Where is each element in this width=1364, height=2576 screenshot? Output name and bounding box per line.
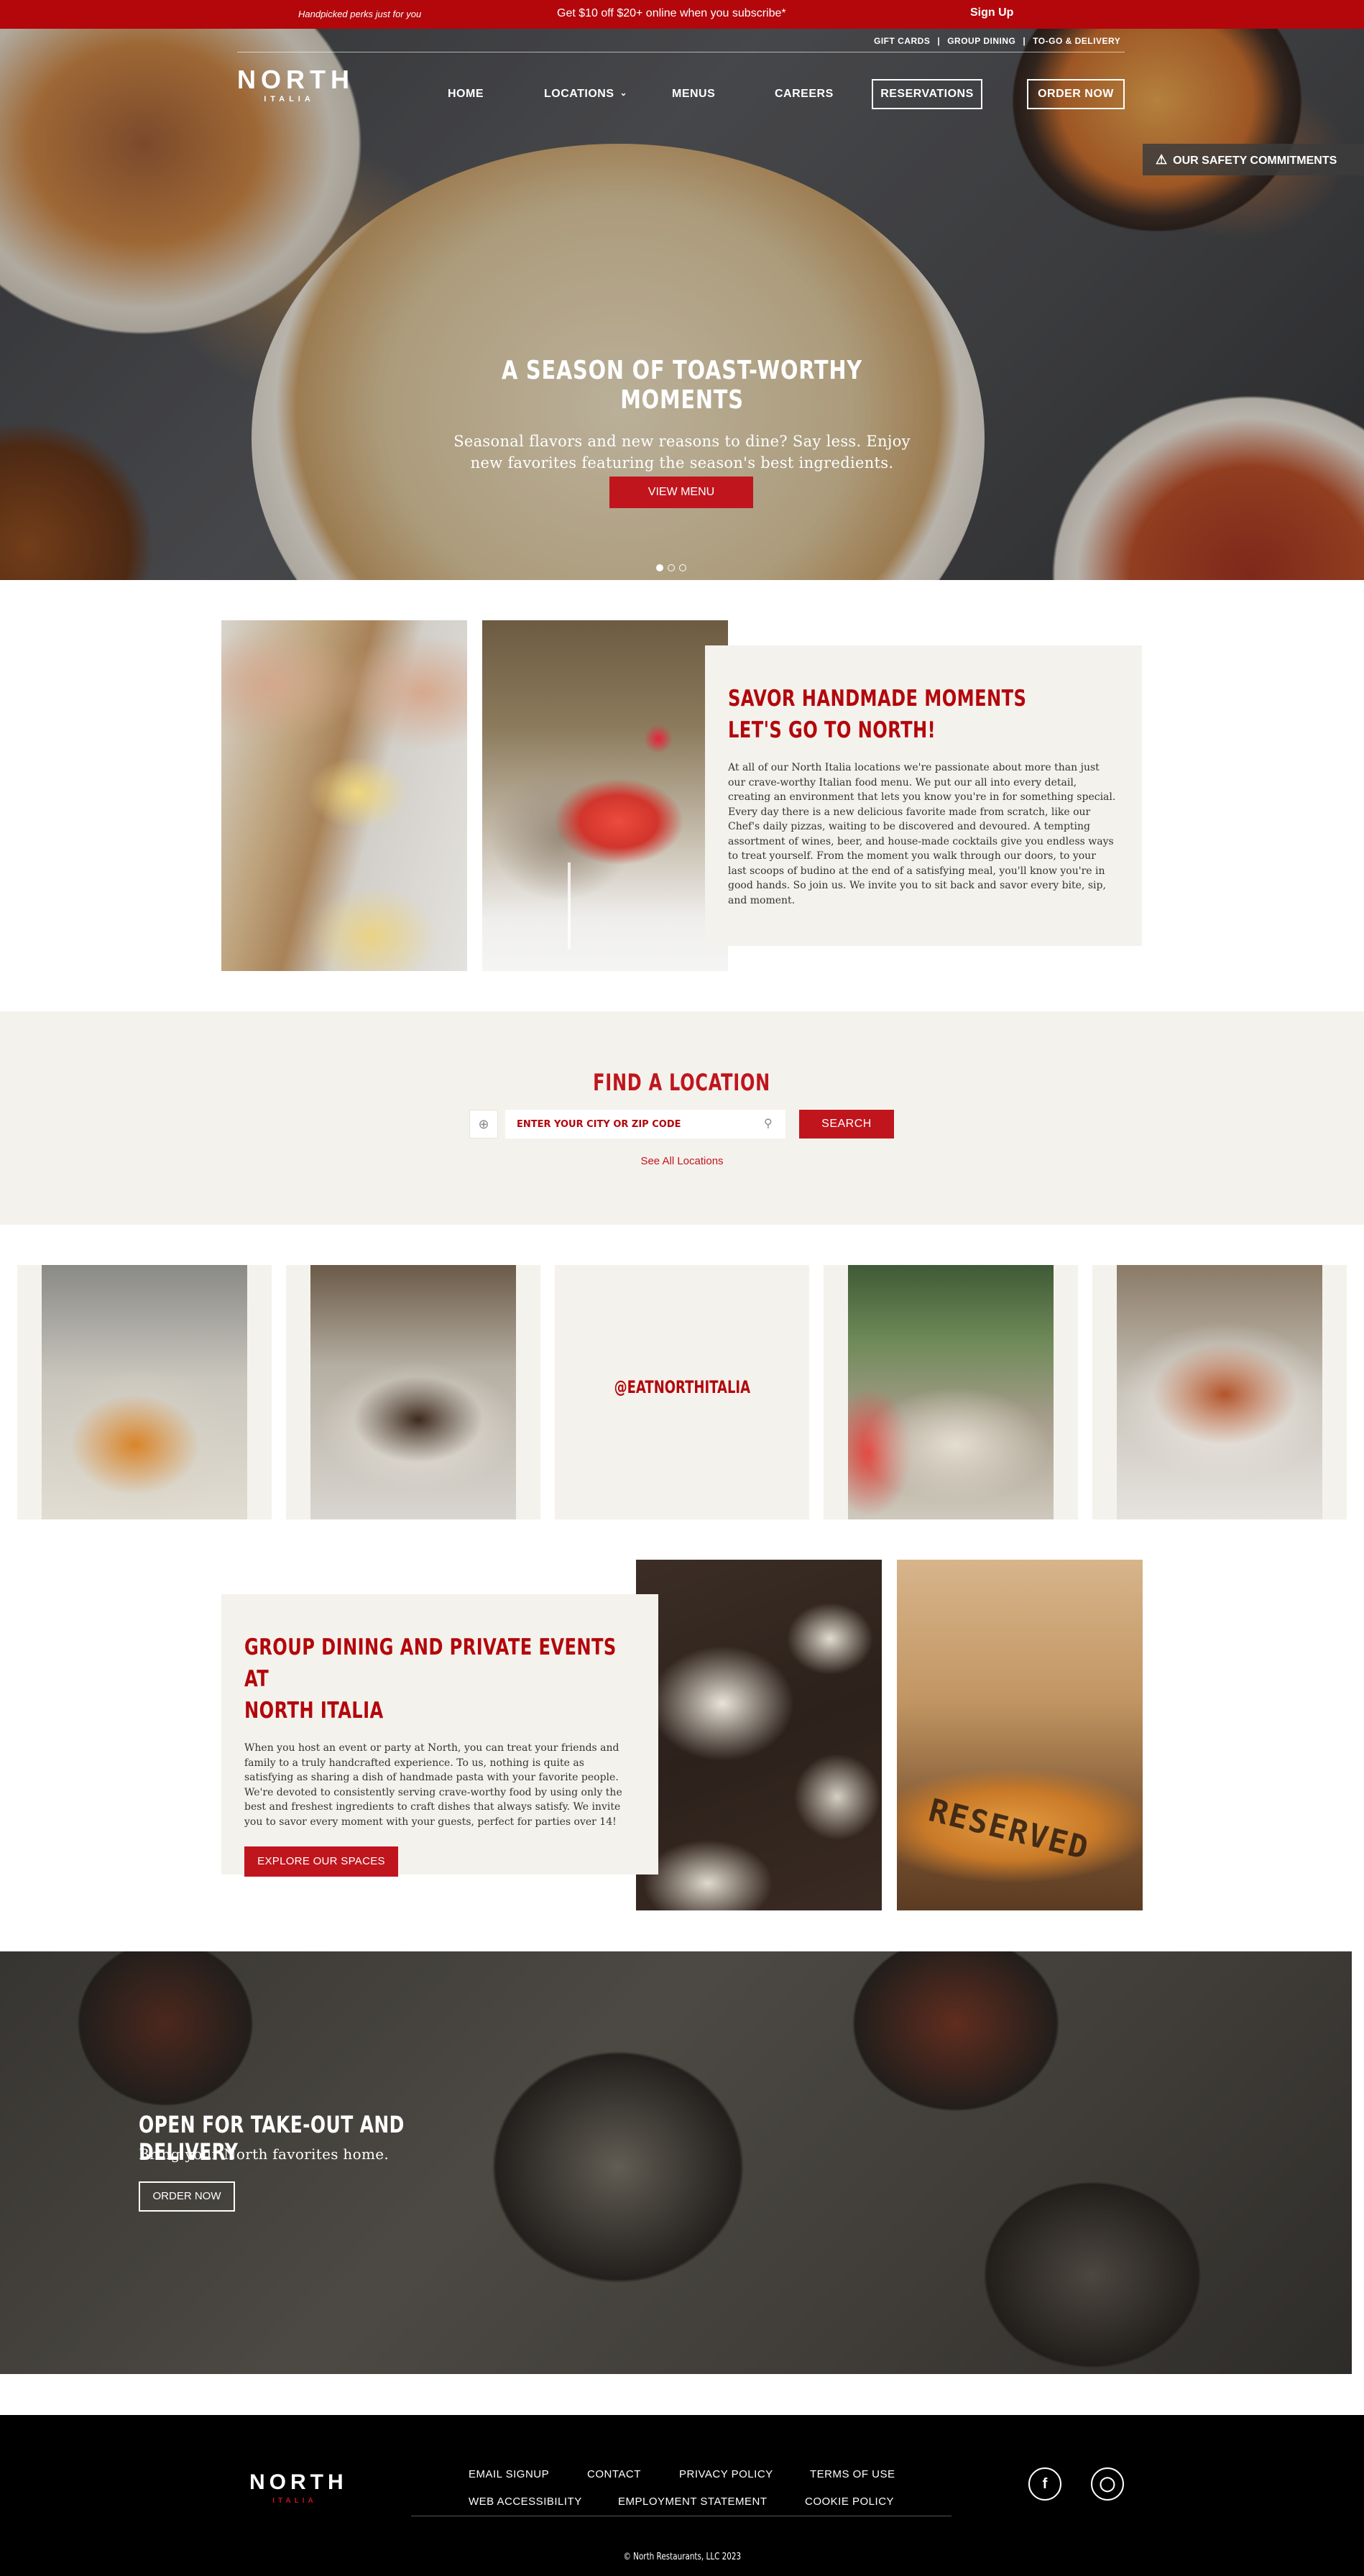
facebook-icon[interactable]: f <box>1028 2467 1061 2501</box>
find-location-title: FIND A LOCATION <box>593 1069 771 1096</box>
reservations-button[interactable]: RESERVATIONS <box>872 79 982 109</box>
group-dining-body: When you host an event or party at North… <box>244 1742 622 1828</box>
web-accessibility-link[interactable]: WEB ACCESSIBILITY <box>469 2496 582 2508</box>
safety-commitments-tab[interactable]: ⚠ OUR SAFETY COMMITMENTS <box>1143 144 1364 175</box>
search-icon: ⚲ <box>764 1118 773 1130</box>
carousel-dots <box>656 562 691 575</box>
view-menu-button[interactable]: VIEW MENU <box>609 477 753 508</box>
nav-home[interactable]: HOME <box>448 88 484 101</box>
hero-title: A SEASON OF TOAST-WORTHY MOMENTS <box>502 356 862 415</box>
cocktail-photo <box>482 620 728 971</box>
instagram-tile[interactable] <box>286 1265 540 1519</box>
reserved-sign-photo <box>897 1560 1143 1910</box>
instagram-tile[interactable] <box>824 1265 1078 1519</box>
to-go-delivery-link[interactable]: TO-GO & DELIVERY <box>1033 36 1120 46</box>
order-now-button[interactable]: ORDER NOW <box>1027 79 1125 109</box>
group-table-photo <box>636 1560 882 1910</box>
intro-card: SAVOR HANDMADE MOMENTS LET'S GO TO NORTH!… <box>705 645 1142 946</box>
signup-link[interactable]: Sign Up <box>970 6 1013 19</box>
cookie-policy-link[interactable]: COOKIE POLICY <box>805 2496 894 2508</box>
footer: NORTH ITALIA EMAIL SIGNUP CONTACT PRIVAC… <box>0 2415 1364 2576</box>
takeout-banner: OPEN FOR TAKE-OUT AND DELIVERY Bring you… <box>0 1951 1352 2374</box>
nav-locations[interactable]: LOCATIONS ⌄ <box>544 88 627 101</box>
crosshair-icon: ⊕ <box>478 1117 489 1131</box>
find-location-section: FIND A LOCATION ⊕ ⚲ SEARCH See All Locat… <box>0 1011 1364 1225</box>
group-title-line2: NORTH ITALIA <box>244 1698 384 1724</box>
takeout-subtitle: Bring your North favorites home. <box>139 2145 390 2163</box>
calamari-photo <box>42 1265 247 1519</box>
salmon-photo <box>1117 1265 1322 1519</box>
group-dining-title: GROUP DINING AND PRIVATE EVENTS AT NORTH … <box>244 1632 625 1726</box>
nav-locations-label: LOCATIONS <box>544 88 614 100</box>
pasta-making-photo <box>221 620 467 971</box>
promo-bar: Handpicked perks just for you Get $10 of… <box>0 0 1364 29</box>
contact-link[interactable]: CONTACT <box>587 2468 641 2480</box>
nav-careers[interactable]: CAREERS <box>775 88 834 101</box>
explore-spaces-button[interactable]: EXPLORE OUR SPACES <box>244 1846 398 1877</box>
intro-title-line1: SAVOR HANDMADE MOMENTS <box>728 686 1027 712</box>
takeout-order-now-button[interactable]: ORDER NOW <box>139 2181 235 2212</box>
email-signup-link[interactable]: EMAIL SIGNUP <box>469 2468 549 2480</box>
promo-perks-text: Handpicked perks just for you <box>298 9 422 19</box>
safety-label: OUR SAFETY COMMITMENTS <box>1173 155 1337 167</box>
instagram-tile[interactable] <box>1092 1265 1347 1519</box>
terms-of-use-link[interactable]: TERMS OF USE <box>810 2468 895 2480</box>
see-all-locations-link[interactable]: See All Locations <box>0 1155 1364 1167</box>
warning-icon: ⚠ <box>1156 152 1168 167</box>
locate-me-button[interactable]: ⊕ <box>469 1110 498 1138</box>
main-navigation: HOME LOCATIONS ⌄ MENUS CAREERS RESERVATIO… <box>0 79 1364 111</box>
footer-logo-subtitle: ITALIA <box>272 2497 317 2505</box>
pizza-photo <box>848 1265 1054 1519</box>
location-search-input[interactable] <box>505 1110 785 1138</box>
gift-cards-link[interactable]: GIFT CARDS <box>874 36 930 46</box>
chevron-down-icon: ⌄ <box>619 88 628 98</box>
footer-logo[interactable]: NORTH ITALIA <box>249 2470 348 2506</box>
group-dining-link[interactable]: GROUP DINING <box>947 36 1015 46</box>
carousel-dot[interactable] <box>679 564 686 571</box>
instagram-icon[interactable]: ◯ <box>1091 2467 1124 2501</box>
nav-menus[interactable]: MENUS <box>672 88 715 101</box>
copyright: © North Restaurants, LLC 2023 <box>623 2552 741 2562</box>
hero-copy: A SEASON OF TOAST-WORTHY MOMENTS Seasona… <box>395 356 969 474</box>
instagram-tile[interactable] <box>17 1265 272 1519</box>
carousel-dot[interactable] <box>656 564 663 571</box>
privacy-policy-link[interactable]: PRIVACY POLICY <box>679 2468 773 2480</box>
group-dining-card: GROUP DINING AND PRIVATE EVENTS AT NORTH … <box>221 1594 658 1877</box>
steak-photo <box>310 1265 516 1519</box>
instagram-handle: @EATNORTHITALIA <box>614 1377 750 1397</box>
employment-statement-link[interactable]: EMPLOYMENT STATEMENT <box>618 2496 768 2508</box>
intro-body: At all of our North Italia locations we'… <box>728 762 1116 906</box>
intro-title: SAVOR HANDMADE MOMENTS LET'S GO TO NORTH! <box>728 683 1109 746</box>
search-button[interactable]: SEARCH <box>799 1110 894 1138</box>
carousel-dot[interactable] <box>668 564 675 571</box>
hero-body: Seasonal flavors and new reasons to dine… <box>453 433 911 472</box>
group-title-line1: GROUP DINING AND PRIVATE EVENTS AT <box>244 1634 617 1692</box>
intro-title-line2: LET'S GO TO NORTH! <box>728 717 936 743</box>
utility-links: GIFT CARDS | GROUP DINING | TO-GO & DELIVERY <box>874 36 1121 46</box>
promo-offer-text: Get $10 off $20+ online when you subscri… <box>557 7 786 19</box>
instagram-handle-tile[interactable]: @EATNORTHITALIA <box>555 1265 809 1519</box>
footer-logo-wordmark: NORTH <box>249 2470 348 2494</box>
